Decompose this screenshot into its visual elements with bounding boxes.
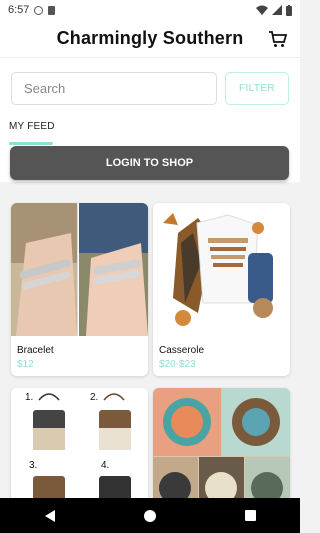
product-price: $20-$23 bbox=[159, 359, 196, 370]
status-bar: 6:57 bbox=[0, 0, 300, 20]
status-time: 6:57 bbox=[8, 4, 30, 16]
back-icon[interactable] bbox=[44, 509, 55, 522]
bag-number-2: 2. bbox=[90, 392, 98, 403]
product-image bbox=[153, 388, 290, 498]
wifi-icon bbox=[256, 5, 268, 15]
cart-icon[interactable] bbox=[268, 29, 288, 49]
product-name: Bracelet bbox=[17, 345, 54, 356]
tab-my-feed[interactable]: MY FEED bbox=[9, 121, 55, 132]
home-icon[interactable] bbox=[143, 509, 156, 522]
login-to-shop-button[interactable]: LOGIN TO SHOP bbox=[10, 146, 289, 180]
notification-icon bbox=[34, 5, 44, 15]
battery-icon bbox=[286, 4, 292, 16]
product-image: 1. 2. 3. 4. bbox=[11, 388, 148, 498]
top-section: Search FILTER MY FEED LOGIN TO SHOP bbox=[0, 58, 300, 182]
sd-card-icon bbox=[48, 5, 56, 15]
product-image bbox=[11, 203, 148, 336]
recent-apps-icon[interactable] bbox=[244, 510, 256, 521]
product-card[interactable]: 1. 2. 3. 4. bbox=[11, 388, 148, 498]
filter-button[interactable]: FILTER bbox=[225, 72, 289, 105]
product-image bbox=[153, 203, 290, 336]
app-header: Charmingly Southern bbox=[0, 20, 300, 58]
search-placeholder: Search bbox=[24, 81, 66, 96]
bag-number-4: 4. bbox=[101, 460, 109, 471]
product-card[interactable] bbox=[153, 388, 290, 498]
bag-number-1: 1. bbox=[25, 392, 33, 403]
tab-indicator bbox=[9, 142, 53, 145]
bag-number-3: 3. bbox=[29, 460, 37, 471]
app-title: Charmingly Southern bbox=[56, 28, 244, 48]
search-input[interactable]: Search bbox=[11, 72, 217, 105]
product-card[interactable]: Casserole $20-$23 bbox=[153, 203, 290, 376]
product-grid: Bracelet $12 Casserole $20-$23 1. 2. 3. … bbox=[0, 182, 300, 498]
system-nav-bar bbox=[0, 498, 300, 533]
product-name: Casserole bbox=[159, 345, 205, 356]
product-card[interactable]: Bracelet $12 bbox=[11, 203, 148, 376]
signal-icon bbox=[272, 5, 282, 15]
product-price: $12 bbox=[17, 359, 34, 370]
